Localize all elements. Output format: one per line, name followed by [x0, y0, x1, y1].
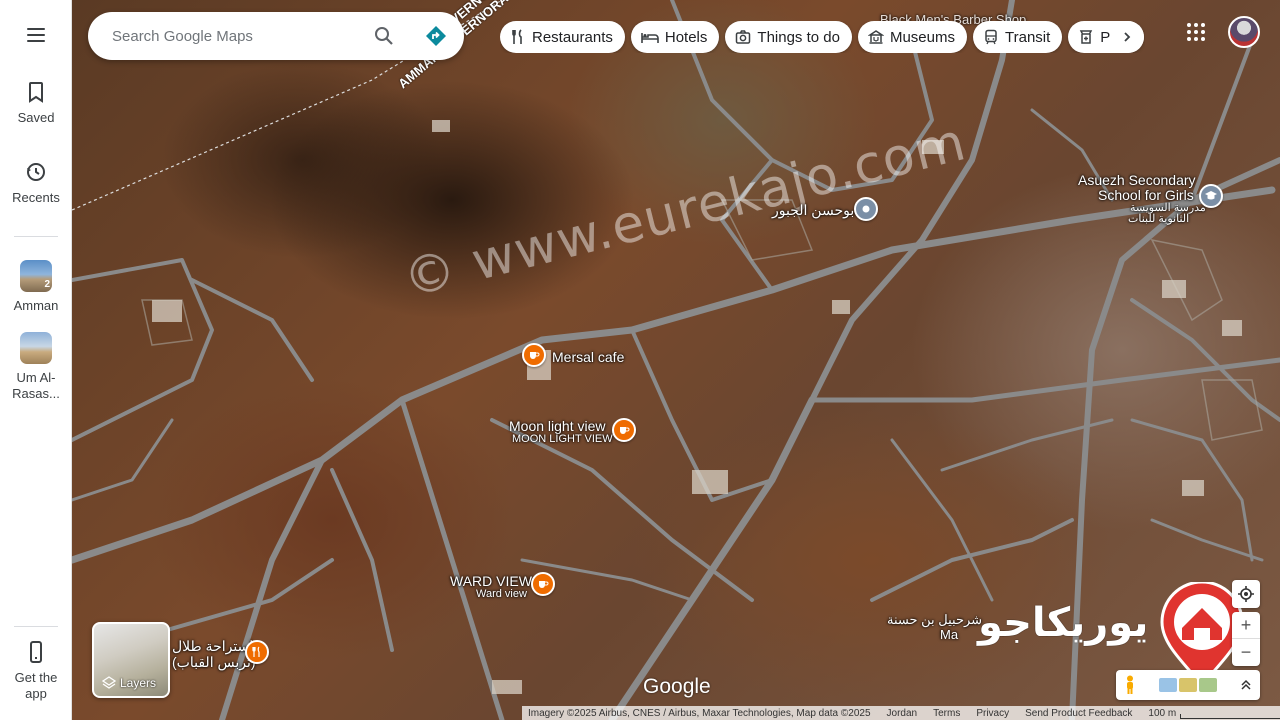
recent-place-label: Amman — [13, 298, 59, 313]
map-tile-thumbnail[interactable] — [1199, 678, 1217, 692]
feedback-link[interactable]: Send Product Feedback — [1025, 708, 1132, 719]
rail-divider — [14, 236, 58, 237]
recents-label: Recents — [12, 190, 60, 205]
chip-label: Restaurants — [532, 28, 613, 46]
phone-icon — [30, 641, 42, 663]
place-count-badge: 2 — [44, 279, 50, 290]
restaurant-pin[interactable] — [245, 640, 269, 664]
eurekajo-logo-text: يوريكاجو — [978, 600, 1149, 646]
fork-knife-icon — [252, 646, 260, 657]
saved-button[interactable]: Saved — [0, 80, 72, 126]
cafe-pin-moon[interactable] — [612, 418, 636, 442]
school-pin[interactable] — [1199, 184, 1223, 208]
get-app-label: Get the app — [14, 670, 58, 701]
scale-bar — [1180, 713, 1280, 719]
map-tile-thumbnail[interactable] — [1159, 678, 1177, 692]
search-box — [88, 12, 464, 60]
zoom-in-button[interactable]: + — [1232, 612, 1260, 639]
pegman-icon — [1127, 675, 1133, 694]
expand-button[interactable] — [1232, 670, 1260, 700]
chip-museums[interactable]: Museums — [857, 21, 967, 53]
imagery-credit: Imagery ©2025 Airbus, CNES / Airbus, Max… — [528, 707, 871, 719]
cafe-pin-mersal[interactable] — [522, 343, 546, 367]
cafe-pin-ward[interactable] — [531, 572, 555, 596]
train-icon — [985, 29, 997, 45]
school-label-line1[interactable]: Asuezh Secondary — [1078, 172, 1196, 188]
google-logo: Google — [643, 675, 711, 698]
pegman-button[interactable] — [1116, 670, 1144, 700]
recents-button[interactable]: Recents — [0, 160, 72, 206]
chevron-right-icon — [1124, 32, 1131, 42]
coffee-cup-icon — [620, 427, 630, 434]
layers-icon — [102, 676, 116, 689]
place-label-rest-ar2: (تربس القباب) — [172, 654, 256, 670]
terms-link[interactable]: Terms — [933, 708, 960, 719]
location-dot-icon — [862, 205, 870, 213]
directions-icon[interactable] — [424, 24, 448, 48]
chip-label: Hotels — [664, 28, 708, 46]
coffee-cup-icon — [530, 352, 540, 359]
chips-scroll-right-button[interactable] — [1110, 21, 1144, 53]
account-avatar[interactable] — [1228, 16, 1260, 48]
place-label-mersal[interactable]: Mersal cafe — [552, 349, 624, 365]
history-icon — [27, 163, 45, 181]
rail-divider — [14, 626, 58, 627]
bed-icon — [641, 33, 659, 43]
chip-restaurants[interactable]: Restaurants — [500, 21, 625, 53]
chip-hotels[interactable]: Hotels — [630, 21, 720, 53]
menu-icon[interactable] — [22, 24, 50, 48]
chip-label: Museums — [889, 28, 955, 46]
chip-things-to-do[interactable]: Things to do — [725, 21, 852, 53]
map-tools-bar — [1116, 670, 1260, 700]
crosshair-icon — [1238, 586, 1254, 602]
place-label-ward-caps[interactable]: WARD VIEW — [450, 573, 532, 589]
layers-button[interactable]: Layers — [92, 622, 170, 698]
apps-grid-icon[interactable] — [1184, 20, 1208, 44]
place-thumbnail — [20, 332, 52, 364]
category-chips: Restaurants Hotels Things to do Museums … — [500, 21, 1145, 53]
place-thumbnail: 2 — [20, 260, 52, 292]
chevron-up-icon — [1241, 679, 1251, 690]
place-label-sharhabeel[interactable]: شرحبيل بن حسنة — [887, 612, 982, 628]
search-input[interactable] — [112, 24, 362, 48]
chip-transit[interactable]: Transit — [973, 21, 1063, 53]
layers-label: Layers — [120, 676, 157, 690]
fork-knife-icon — [512, 29, 522, 44]
place-label-ward: Ward view — [476, 588, 527, 600]
zoom-out-button[interactable]: − — [1232, 639, 1260, 666]
place-label-moon-caps: MOON LIGHT VIEW — [512, 433, 613, 445]
bookmark-icon — [29, 82, 43, 103]
place-label-abu-hasan[interactable]: ابوحسن الجبور — [772, 202, 858, 219]
my-location-button[interactable] — [1232, 580, 1260, 608]
scale-label: 100 m — [1148, 707, 1177, 719]
saved-label: Saved — [17, 110, 55, 125]
recent-place-amman[interactable]: 2 Amman — [0, 260, 72, 314]
recent-place-label: Um Al- Rasas... — [12, 370, 60, 401]
maps-app: Saved Recents 2 Amman Um Al- Rasas... Ge… — [0, 0, 1280, 720]
chip-label: Transit — [1005, 28, 1051, 46]
attribution-bar: Imagery ©2025 Airbus, CNES / Airbus, Max… — [522, 706, 1280, 720]
place-label-rest-ar1[interactable]: استراحة طلال — [172, 638, 253, 655]
place-pin-abu-hasan[interactable] — [854, 197, 878, 221]
recent-place-um-al-rasas[interactable]: Um Al- Rasas... — [0, 332, 72, 402]
privacy-link[interactable]: Privacy — [976, 708, 1009, 719]
school-label-ar2: الثانوية للبنات — [1128, 213, 1190, 225]
search-icon[interactable] — [372, 24, 396, 48]
coffee-cup-icon — [539, 581, 549, 588]
museum-icon — [867, 30, 884, 44]
scale-indicator[interactable]: 100 m — [1148, 708, 1280, 719]
chip-label: Things to do — [757, 28, 840, 46]
camera-icon — [736, 30, 751, 44]
left-rail: Saved Recents 2 Amman Um Al- Rasas... Ge… — [0, 0, 72, 720]
pharmacy-icon — [1080, 30, 1093, 44]
zoom-controls: + − — [1232, 612, 1260, 666]
graduation-cap-icon — [1205, 191, 1217, 200]
map-tile-thumbnail[interactable] — [1179, 678, 1197, 692]
place-label-moon[interactable]: Moon light view — [509, 418, 606, 434]
place-label-sharhabeel-2: Ma — [940, 627, 959, 642]
get-app-button[interactable]: Get the app — [0, 640, 72, 702]
country-link[interactable]: Jordan — [887, 708, 918, 719]
